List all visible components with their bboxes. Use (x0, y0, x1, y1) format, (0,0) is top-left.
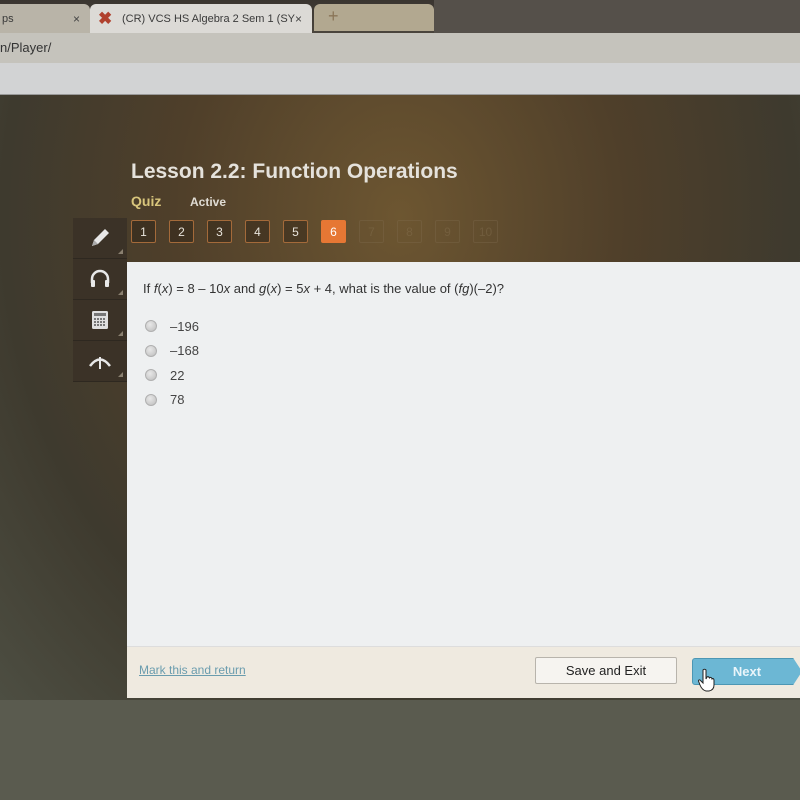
browser-tab-bar: ps × ✖ (CR) VCS HS Algebra 2 Sem 1 (SY ×… (0, 0, 800, 33)
question-button-10: 10 (473, 220, 498, 243)
browser-tab-inactive[interactable]: ps × (0, 4, 90, 33)
radio-button[interactable] (145, 393, 157, 406)
reference-icon (89, 357, 111, 369)
reference-tool-button[interactable] (73, 341, 127, 382)
question-button-9: 9 (435, 220, 460, 243)
close-tab-icon[interactable]: × (295, 12, 302, 26)
save-and-exit-button[interactable]: Save and Exit (535, 657, 677, 684)
page-top-strip (0, 63, 800, 95)
question-panel: If f(x) = 8 – 10x and g(x) = 5x + 4, wha… (127, 262, 800, 698)
new-tab-button[interactable]: + (328, 6, 339, 27)
calculator-icon (92, 311, 108, 329)
question-button-5[interactable]: 5 (283, 220, 308, 243)
choice-label: 22 (170, 367, 185, 383)
question-text-part: + 4, what is the value of ( (309, 281, 459, 296)
question-button-2[interactable]: 2 (169, 220, 194, 243)
radio-button[interactable] (145, 344, 157, 357)
tools-sidebar (73, 218, 127, 382)
browser-tab-active[interactable]: ✖ (CR) VCS HS Algebra 2 Sem 1 (SY × (90, 4, 312, 33)
question-button-7: 7 (359, 220, 384, 243)
choice-label: –196 (170, 318, 199, 334)
new-tab-area: + (314, 4, 434, 31)
hand-cursor-icon (697, 668, 715, 692)
radio-button[interactable] (145, 369, 157, 382)
question-text: If f(x) = 8 – 10x and g(x) = 5x + 4, wha… (143, 281, 504, 296)
question-text-part: If (143, 281, 154, 296)
choice-label: –168 (170, 343, 199, 359)
calculator-tool-button[interactable] (73, 300, 127, 341)
question-navigation: 1 2 3 4 5 6 7 8 9 10 (131, 220, 498, 243)
question-text-part: )(–2)? (469, 281, 505, 296)
close-tab-icon[interactable]: × (73, 12, 80, 26)
question-text-part: ) = 8 – 10 (168, 281, 224, 296)
question-button-4[interactable]: 4 (245, 220, 270, 243)
lesson-title: Lesson 2.2: Function Operations (131, 160, 458, 183)
activity-status-label: Active (190, 195, 227, 209)
mark-and-return-link[interactable]: Mark this and return (139, 663, 246, 677)
question-button-3[interactable]: 3 (207, 220, 232, 243)
address-bar[interactable]: n/Player/ (0, 33, 800, 63)
audio-tool-button[interactable] (73, 259, 127, 300)
url-text[interactable]: n/Player/ (0, 40, 51, 55)
answer-choice[interactable]: 22 (145, 363, 199, 388)
headphones-icon (90, 269, 110, 287)
tab-bar-empty (434, 0, 800, 33)
answer-choice[interactable]: –196 (145, 314, 199, 339)
question-button-1[interactable]: 1 (131, 220, 156, 243)
question-text-part: fg (458, 281, 470, 296)
question-text-part: ) = 5 (277, 281, 304, 296)
x-logo-icon: ✖ (98, 8, 113, 28)
tab-title: (CR) VCS HS Algebra 2 Sem 1 (SY (122, 12, 296, 25)
tab-title: ps (2, 12, 14, 25)
answer-choice[interactable]: –168 (145, 339, 199, 364)
choice-label: 78 (170, 392, 185, 408)
pencil-icon (92, 229, 109, 246)
answer-choice[interactable]: 78 (145, 388, 199, 413)
activity-type-label: Quiz (131, 193, 162, 209)
answer-choices: –196 –168 22 78 (145, 314, 199, 412)
pencil-tool-button[interactable] (73, 218, 127, 259)
question-button-6[interactable]: 6 (321, 220, 346, 243)
question-button-8: 8 (397, 220, 422, 243)
radio-button[interactable] (145, 320, 157, 333)
question-text-part: and (230, 281, 260, 296)
